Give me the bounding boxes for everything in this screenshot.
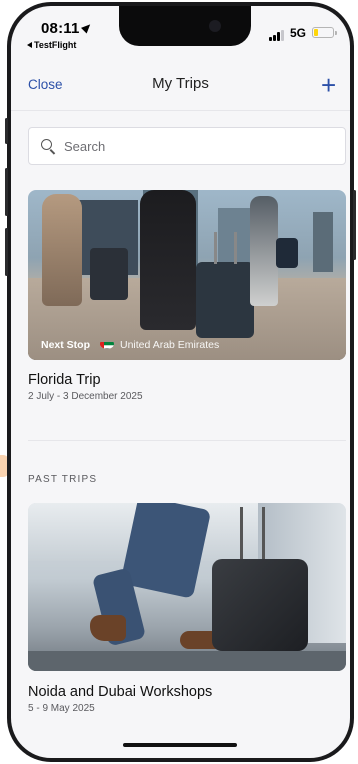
search-icon [41, 139, 52, 150]
notch [119, 6, 251, 46]
upcoming-trip-card[interactable]: Next Stop United Arab Emirates [28, 190, 346, 360]
next-stop-label: Next Stop [41, 339, 91, 351]
past-trip-dates: 5 - 9 May 2025 [28, 703, 95, 714]
app-screen: 08:11 TestFlight 5G Close My Trips + Sea… [11, 6, 350, 758]
past-trip-card[interactable] [28, 503, 346, 671]
status-time: 08:11 [41, 20, 93, 37]
battery-level-fill [314, 29, 318, 36]
nav-divider [11, 110, 350, 111]
location-arrow-icon [80, 21, 93, 34]
home-indicator[interactable] [123, 743, 237, 747]
back-to-app-link[interactable]: TestFlight [27, 40, 76, 50]
past-trip-title[interactable]: Noida and Dubai Workshops [28, 684, 212, 700]
mute-switch [5, 118, 8, 144]
trip-cover-image [28, 190, 346, 360]
trip-title[interactable]: Florida Trip [28, 372, 101, 388]
destination-name: United Arab Emirates [120, 339, 220, 351]
battery-icon [312, 27, 334, 38]
page-title: My Trips [152, 75, 209, 92]
search-input[interactable]: Search [28, 127, 346, 165]
section-divider [28, 440, 346, 441]
back-arrow-icon [27, 42, 32, 48]
signal-icon [269, 29, 287, 41]
network-type: 5G [290, 26, 307, 40]
volume-down-button [5, 228, 8, 276]
battery-tip [335, 31, 337, 35]
search-placeholder: Search [64, 139, 106, 154]
plus-icon[interactable]: + [321, 72, 336, 98]
volume-up-button [5, 168, 8, 216]
front-camera [209, 20, 221, 32]
past-trips-heading: PAST TRIPS [28, 474, 98, 485]
uae-flag-icon [100, 339, 114, 349]
trip-dates: 2 July - 3 December 2025 [28, 391, 143, 402]
past-trip-cover-image [28, 503, 346, 671]
power-button [353, 190, 356, 260]
